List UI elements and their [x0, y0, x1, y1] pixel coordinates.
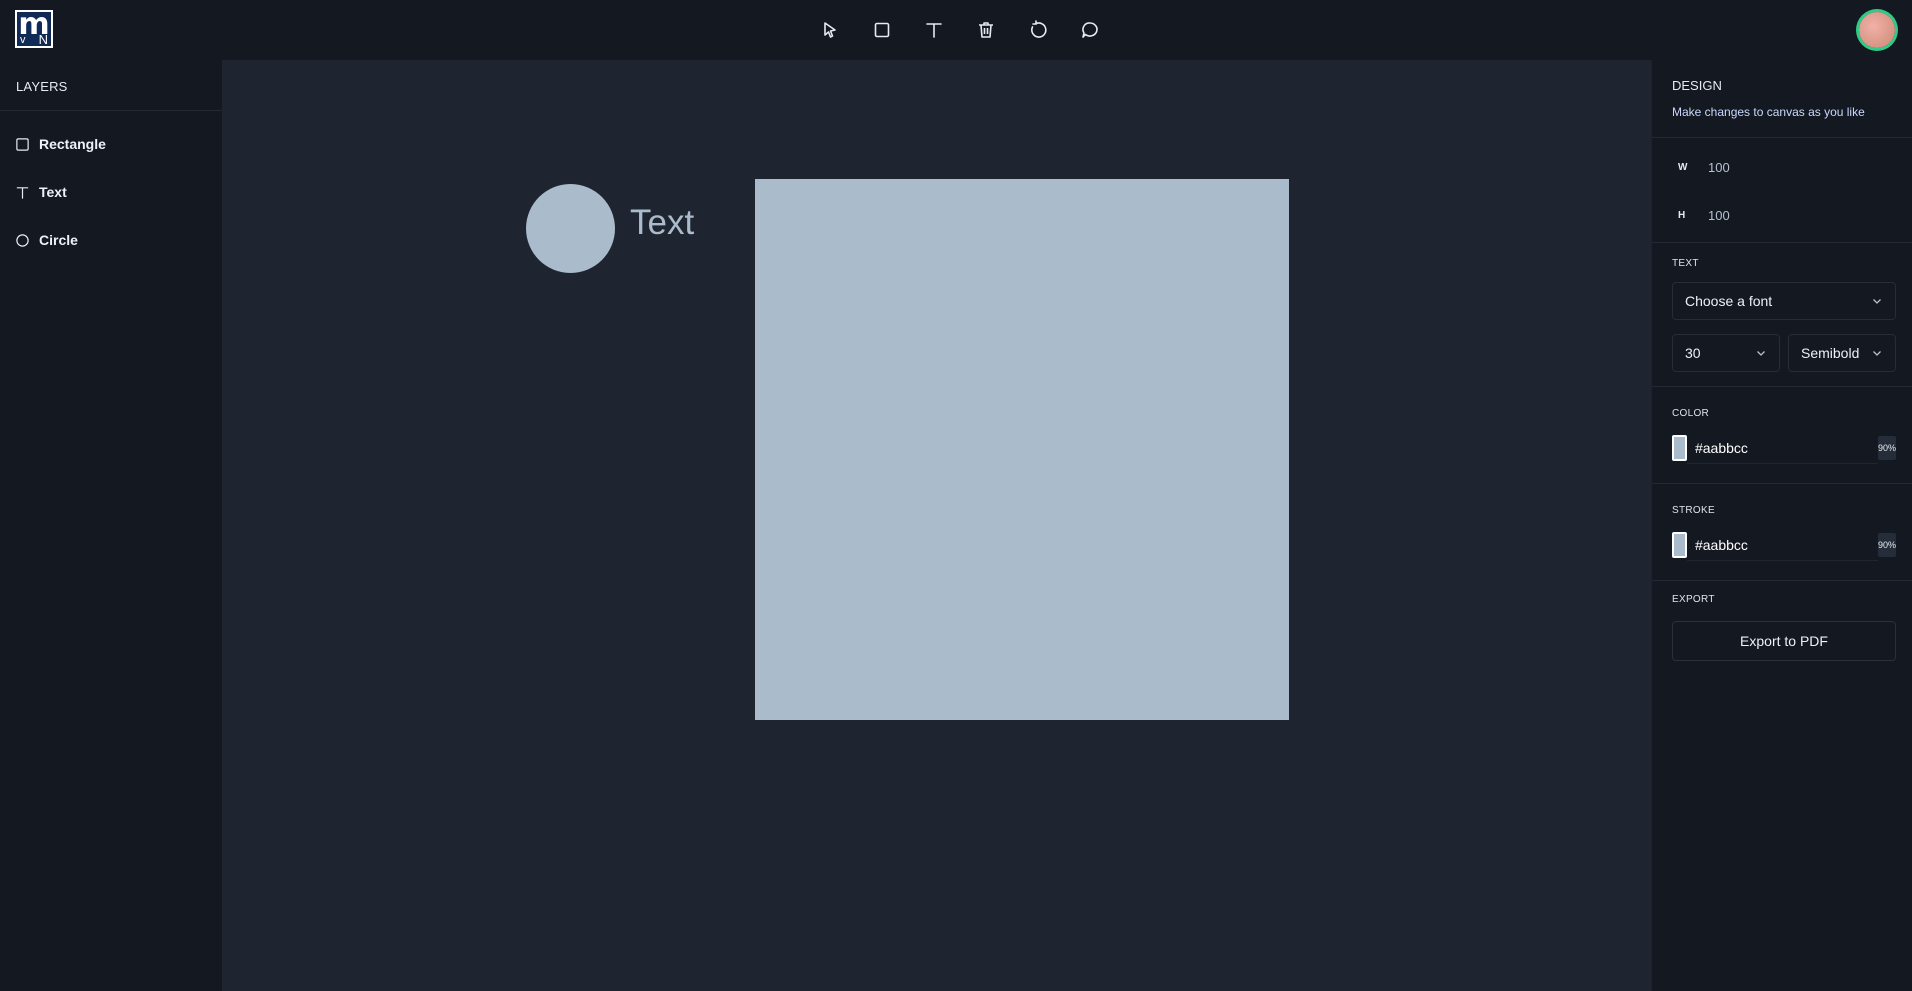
divider: [1652, 386, 1912, 387]
divider: [1652, 580, 1912, 581]
delete-tool-button[interactable]: [968, 12, 1004, 48]
select-tool-button[interactable]: [812, 12, 848, 48]
layer-label: Text: [39, 184, 67, 200]
width-label: W: [1678, 161, 1688, 173]
canvas-rectangle-shape[interactable]: [755, 179, 1289, 720]
width-input[interactable]: [1700, 151, 1910, 183]
text-t-icon: [926, 23, 942, 38]
chevron-down-icon: [1757, 351, 1765, 356]
font-size-value: 30: [1685, 345, 1701, 361]
chevron-down-icon: [1873, 299, 1881, 304]
app-logo[interactable]: m v N: [15, 10, 53, 48]
export-section-title: EXPORT: [1672, 594, 1715, 605]
width-row: W: [1672, 151, 1910, 183]
square-icon: [874, 22, 890, 38]
height-label: H: [1678, 209, 1686, 221]
stroke-color-row: 90%: [1672, 529, 1896, 561]
canvas-circle-shape[interactable]: [526, 184, 615, 273]
trash-icon: [979, 22, 993, 38]
stroke-section-title: STROKE: [1672, 505, 1715, 516]
cursor-arrow-icon: [824, 22, 836, 38]
stroke-opacity[interactable]: 90%: [1877, 533, 1896, 557]
export-pdf-button[interactable]: Export to PDF: [1672, 621, 1896, 661]
text-tool-button[interactable]: [916, 12, 952, 48]
layer-item-text[interactable]: Text: [0, 168, 222, 216]
toolbar: [812, 12, 1108, 48]
stroke-color-swatch[interactable]: [1672, 532, 1687, 558]
reset-tool-button[interactable]: [1020, 12, 1056, 48]
comment-bubble-icon: [1082, 22, 1098, 38]
logo-sub-right: N: [38, 32, 48, 47]
comment-tool-button[interactable]: [1072, 12, 1108, 48]
layer-item-circle[interactable]: Circle: [0, 216, 222, 264]
circle-icon: [16, 233, 29, 247]
canvas[interactable]: Text: [222, 60, 1651, 991]
canvas-text-shape[interactable]: Text: [630, 202, 694, 244]
layers-sidebar: LAYERS Rectangle Text Circle: [0, 60, 222, 991]
layers-list: Rectangle Text Circle: [0, 120, 222, 264]
rectangle-tool-button[interactable]: [864, 12, 900, 48]
rotate-icon: [1031, 20, 1047, 38]
layer-item-rectangle[interactable]: Rectangle: [0, 120, 222, 168]
layer-label: Rectangle: [39, 136, 106, 152]
stroke-color-input[interactable]: [1686, 529, 1878, 561]
top-bar: m v N: [0, 0, 1912, 60]
design-subtitle: Make changes to canvas as you like: [1672, 105, 1865, 119]
font-weight-select[interactable]: Semibold: [1788, 334, 1896, 372]
layers-title: LAYERS: [16, 79, 68, 94]
layer-label: Circle: [39, 232, 78, 248]
fill-color-input[interactable]: [1686, 432, 1878, 464]
height-row: H: [1672, 199, 1910, 231]
divider: [1652, 242, 1912, 243]
color-section-title: COLOR: [1672, 408, 1710, 419]
divider: [1652, 137, 1912, 138]
height-input[interactable]: [1700, 199, 1910, 231]
fill-color-swatch[interactable]: [1672, 435, 1687, 461]
square-icon: [16, 137, 29, 151]
layers-divider: [0, 110, 222, 111]
font-size-select[interactable]: 30: [1672, 334, 1780, 372]
logo-sub-left: v: [20, 34, 26, 46]
font-family-value: Choose a font: [1685, 293, 1773, 309]
fill-opacity[interactable]: 90%: [1877, 436, 1896, 460]
design-title: DESIGN: [1672, 78, 1722, 93]
font-weight-value: Semibold: [1801, 345, 1860, 361]
text-section-title: TEXT: [1672, 258, 1699, 269]
divider: [1652, 483, 1912, 484]
fill-color-row: 90%: [1672, 432, 1896, 464]
font-family-select[interactable]: Choose a font: [1672, 282, 1896, 320]
user-avatar[interactable]: [1859, 12, 1895, 48]
chevron-down-icon: [1873, 351, 1881, 356]
text-t-icon: [16, 186, 29, 199]
design-sidebar: DESIGN Make changes to canvas as you lik…: [1651, 60, 1912, 991]
